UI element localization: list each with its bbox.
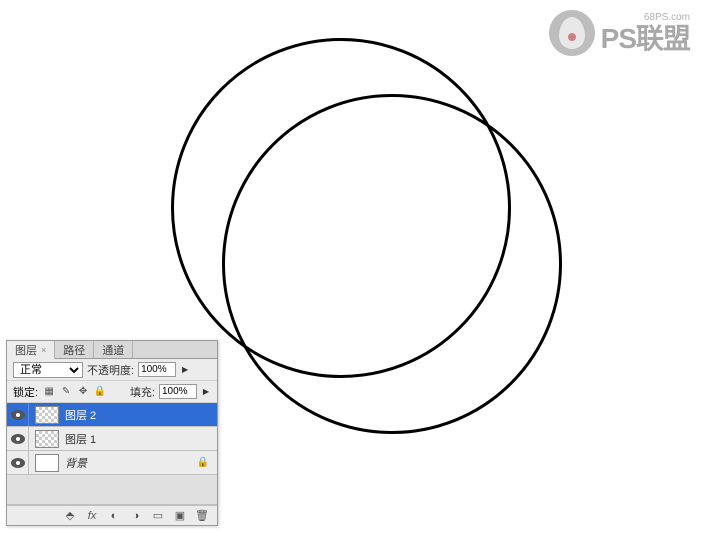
opacity-input[interactable] [138, 362, 176, 377]
layer-thumbnail[interactable] [35, 430, 59, 448]
lock-icons-group: ▦ ✎ ✥ 🔒 [42, 385, 107, 399]
adjustment-layer-icon[interactable]: ◑ [129, 509, 143, 523]
lock-all-icon[interactable]: 🔒 [93, 385, 107, 399]
layer-style-icon[interactable]: fx [85, 509, 99, 523]
fill-label: 填充: [130, 384, 155, 400]
blend-opacity-row: 正常 不透明度: ▶ [7, 359, 217, 381]
layer-group-icon[interactable]: ▭ [151, 509, 165, 523]
tab-label: 图层 [15, 342, 37, 358]
lock-label: 锁定: [13, 384, 38, 400]
eye-icon [11, 458, 25, 468]
new-layer-icon[interactable]: ▣ [173, 509, 187, 523]
layer-mask-icon[interactable]: ◐ [107, 509, 121, 523]
visibility-toggle[interactable] [7, 403, 29, 426]
watermark-brand: PS联盟 [601, 25, 690, 53]
panel-footer: ⬘ fx ◐ ◑ ▭ ▣ 🗑 [7, 505, 217, 525]
layers-panel: 图层 × 路径 通道 正常 不透明度: ▶ 锁定: ▦ ✎ ✥ 🔒 填充: ▶ [6, 340, 218, 526]
layer-list-spacer [7, 475, 217, 505]
lock-transparency-icon[interactable]: ▦ [42, 385, 56, 399]
watermark-logo-icon [549, 10, 595, 56]
layer-name[interactable]: 图层 1 [65, 431, 96, 447]
layer-item[interactable]: 图层 2 [7, 403, 217, 427]
eye-icon [11, 410, 25, 420]
lock-indicator-icon: 🔒 [197, 457, 209, 468]
lock-position-icon[interactable]: ✥ [76, 385, 90, 399]
layer-list: 图层 2 图层 1 背景 🔒 [7, 403, 217, 505]
layer-thumbnail[interactable] [35, 406, 59, 424]
lock-pixels-icon[interactable]: ✎ [59, 385, 73, 399]
panel-tabs: 图层 × 路径 通道 [7, 341, 217, 359]
tab-close-icon[interactable]: × [41, 345, 46, 355]
tab-channels[interactable]: 通道 [94, 341, 133, 358]
opacity-flyout-icon[interactable]: ▶ [180, 365, 190, 374]
lock-fill-row: 锁定: ▦ ✎ ✥ 🔒 填充: ▶ [7, 381, 217, 403]
blend-mode-select[interactable]: 正常 [13, 362, 83, 378]
tab-paths[interactable]: 路径 [55, 341, 94, 358]
eye-icon [11, 434, 25, 444]
layer-item[interactable]: 背景 🔒 [7, 451, 217, 475]
watermark: 68PS.com PS联盟 [549, 10, 690, 56]
tab-layers[interactable]: 图层 × [7, 341, 55, 359]
circle-shape-2 [222, 94, 562, 434]
opacity-label: 不透明度: [87, 362, 134, 378]
fill-input[interactable] [159, 384, 197, 399]
tab-label: 路径 [63, 342, 85, 358]
visibility-toggle[interactable] [7, 451, 29, 474]
layer-thumbnail[interactable] [35, 454, 59, 472]
delete-layer-icon[interactable]: 🗑 [195, 509, 209, 523]
layer-name[interactable]: 图层 2 [65, 407, 96, 423]
link-layers-icon[interactable]: ⬘ [63, 509, 77, 523]
fill-flyout-icon[interactable]: ▶ [201, 387, 211, 396]
tab-label: 通道 [102, 342, 124, 358]
layer-item[interactable]: 图层 1 [7, 427, 217, 451]
watermark-url: 68PS.com [601, 13, 690, 23]
visibility-toggle[interactable] [7, 427, 29, 450]
layer-name[interactable]: 背景 [65, 455, 87, 471]
